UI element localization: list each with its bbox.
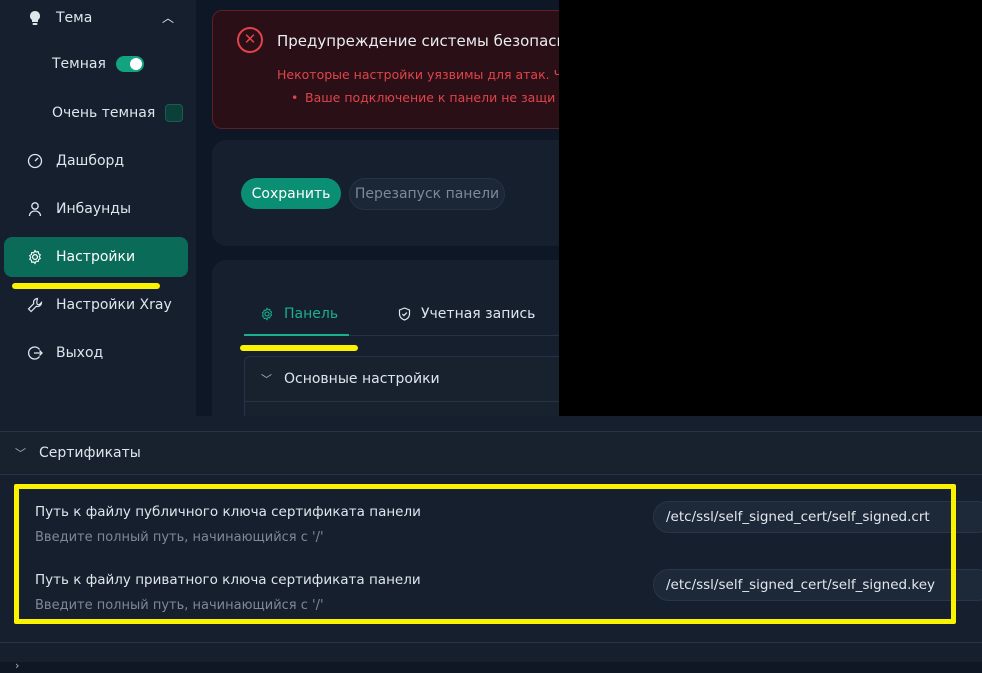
sidebar-item-logout[interactable]: Выход — [4, 333, 188, 373]
gear-icon — [26, 248, 44, 266]
lightbulb-icon — [26, 9, 44, 27]
tab-panel[interactable]: Панель — [260, 306, 338, 322]
chevron-down-icon: ﹀ — [261, 373, 272, 386]
section-title: Сертификаты — [39, 445, 141, 461]
basic-settings-panel: ﹀ Основные настройки — [244, 356, 559, 416]
alert-title: Предупреждение системы безопаснос — [277, 32, 559, 50]
settings-card: Панель Учетная запись ﹀ Основные настрой… — [212, 260, 559, 416]
tab-account[interactable]: Учетная запись — [398, 306, 535, 322]
logout-icon — [26, 344, 44, 362]
highlight-underline-settings — [12, 283, 160, 289]
divider — [0, 642, 982, 643]
highlight-box-certificates — [14, 484, 956, 624]
sidebar-item-theme[interactable]: Тема ︿ — [4, 0, 188, 36]
security-alert: ✕ Предупреждение системы безопаснос Неко… — [212, 10, 559, 129]
tab-label: Панель — [284, 306, 339, 322]
close-circle-icon: ✕ — [237, 27, 263, 53]
sidebar-item-inbounds[interactable]: Инбаунды — [4, 189, 188, 229]
active-tab-indicator — [244, 334, 349, 336]
chevron-up-icon[interactable]: ︿ — [162, 9, 174, 26]
theme-dark-option: Темная — [52, 56, 144, 72]
restart-panel-button[interactable]: Перезапуск панели — [349, 178, 505, 210]
alert-list-item: Ваше подключение к панели не защи — [291, 90, 555, 105]
alert-message: Некоторые настройки уязвимы для атак. Чт… — [277, 67, 559, 82]
theme-dark-label: Темная — [52, 56, 106, 72]
save-button[interactable]: Сохранить — [241, 178, 341, 209]
chevron-right-icon: › — [15, 659, 20, 672]
sidebar-item-dashboard[interactable]: Дашборд — [4, 141, 188, 181]
sidebar-item-label: Настройки Xray — [56, 297, 172, 313]
theme-very-dark-label: Очень темная — [52, 105, 156, 121]
wrench-icon — [26, 296, 44, 314]
main-content: ✕ Предупреждение системы безопаснос Неко… — [196, 0, 559, 416]
user-icon — [26, 200, 44, 218]
basic-settings-header[interactable]: ﹀ Основные настройки — [261, 371, 440, 387]
sidebar-item-label: Настройки — [56, 249, 136, 265]
certificates-header[interactable]: ﹀ Сертификаты — [0, 432, 982, 474]
sidebar-item-xray[interactable]: Настройки Xray — [4, 285, 188, 325]
divider — [0, 474, 982, 475]
sidebar-item-settings[interactable]: Настройки — [4, 237, 188, 277]
sidebar: Тема ︿ Темная Очень темная Дашборд Инбау… — [0, 0, 196, 416]
tab-label: Учетная запись — [421, 306, 536, 322]
chevron-down-icon: ﹀ — [15, 447, 26, 460]
theme-very-dark-toggle[interactable] — [165, 104, 184, 122]
theme-very-dark-option: Очень темная — [52, 104, 184, 122]
dashboard-icon — [26, 152, 44, 170]
actions-card: Сохранить Перезапуск панели — [212, 140, 559, 246]
sidebar-item-label: Выход — [56, 345, 104, 361]
blank-area — [559, 0, 982, 416]
highlight-underline-panel-tab — [240, 345, 358, 351]
theme-dark-toggle[interactable] — [115, 56, 144, 72]
sidebar-item-label: Инбаунды — [56, 201, 132, 217]
shield-check-icon — [398, 307, 411, 321]
divider — [245, 401, 559, 402]
sidebar-item-label: Дашборд — [56, 153, 125, 169]
sidebar-item-label: Тема — [56, 10, 93, 26]
section-title: Основные настройки — [284, 371, 440, 387]
gear-icon — [260, 307, 274, 321]
next-section-header[interactable]: › — [15, 657, 33, 673]
